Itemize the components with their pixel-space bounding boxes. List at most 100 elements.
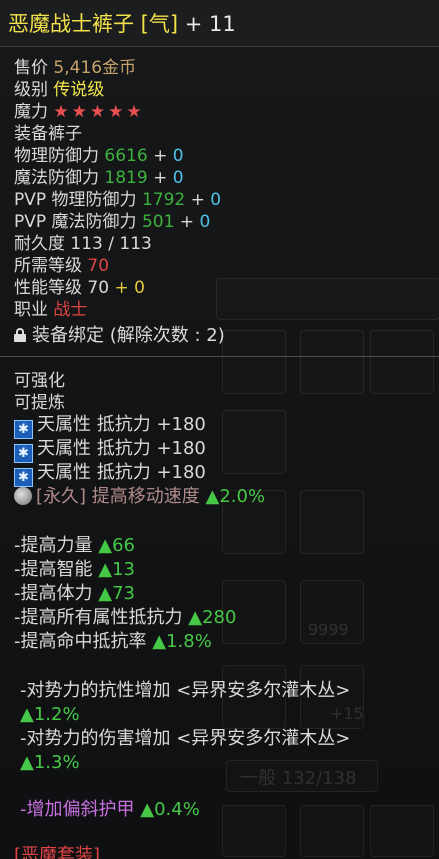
perf-level-bonus: 0 bbox=[134, 278, 145, 298]
magic-label: 魔力 bbox=[14, 102, 48, 122]
allres-row: -提高所有属性抵抗力 ▲280 bbox=[14, 607, 236, 629]
faction-resist-row: -对势力的抗性增加 <异界安多尔灌木丛> bbox=[20, 680, 350, 702]
pvp-phys-row: PVP 物理防御力 1792 + 0 bbox=[14, 189, 221, 211]
phys-def-label: 物理防御力 bbox=[14, 146, 99, 166]
set-label: [恶魔套装] bbox=[14, 845, 101, 859]
job-row: 职业 战士 bbox=[14, 299, 87, 321]
durability-row: 耐久度 113 / 113 bbox=[14, 233, 152, 255]
faction-resist-label: -对势力的抗性增加 <异界安多尔灌木丛> bbox=[20, 680, 351, 701]
faction-damage-label: -对势力的伤害增加 <异界安多尔灌木丛> bbox=[20, 728, 351, 749]
resist-text-1: 天属性 抵抗力 +180 bbox=[37, 414, 206, 435]
ghost-plus-label: +15 bbox=[330, 704, 364, 723]
ghost-inventory-slot bbox=[370, 805, 434, 857]
resist-row-3: ✱ 天属性 抵抗力 +180 bbox=[14, 462, 206, 487]
phys-def-bonus: 0 bbox=[172, 146, 184, 166]
equip-value: 裤子 bbox=[48, 124, 82, 144]
price-row: 售价 5,416金币 bbox=[14, 57, 136, 79]
job-value: 战士 bbox=[53, 300, 88, 320]
phys-def-row: 物理防御力 6616 + 0 bbox=[14, 145, 184, 167]
pvp-mag-bonus: 0 bbox=[199, 212, 211, 232]
pvp-phys-bonus: 0 bbox=[210, 190, 222, 210]
grade-value: 传说级 bbox=[53, 80, 105, 100]
durability-value: 113 / 113 bbox=[70, 234, 152, 254]
pvp-mag-row: PVP 魔法防御力 501 + 0 bbox=[14, 211, 210, 233]
ghost-inventory-slot bbox=[222, 330, 286, 394]
durability-label: 耐久度 bbox=[14, 234, 65, 254]
item-enhance-level: + 11 bbox=[178, 12, 236, 36]
pvp-mag-label: PVP 魔法防御力 bbox=[14, 212, 137, 232]
ghost-inventory-slot bbox=[300, 805, 364, 857]
set-row: [恶魔套装] bbox=[14, 845, 100, 859]
sky-attribute-icon: ✱ bbox=[14, 444, 33, 463]
magic-row: 魔力 ★★★★★ bbox=[14, 101, 145, 123]
ghost-stack-count: 9999 bbox=[308, 620, 349, 639]
con-value: ▲73 bbox=[98, 583, 135, 604]
int-row: -提高智能 ▲13 bbox=[14, 559, 135, 581]
faction-resist-value: ▲1.2% bbox=[20, 704, 80, 725]
grade-row: 级别 传说级 bbox=[14, 79, 104, 101]
pvp-phys-value: 1792 bbox=[141, 190, 186, 210]
faction-damage-value-row: ▲1.3% bbox=[20, 752, 80, 774]
resist-text-2: 天属性 抵抗力 +180 bbox=[37, 438, 206, 459]
allres-value: ▲280 bbox=[188, 607, 237, 628]
mag-def-bonus: 0 bbox=[172, 168, 184, 188]
hitres-label: -提高命中抵抗率 bbox=[14, 631, 147, 652]
ghost-inventory-slot bbox=[222, 410, 286, 474]
item-name: 恶魔战士裤子 [气] bbox=[8, 12, 179, 36]
perf-level-row: 性能等级 70 + 0 bbox=[14, 277, 145, 299]
pvp-mag-plus: + bbox=[174, 212, 200, 232]
perf-level-label: 性能等级 bbox=[14, 278, 82, 298]
con-row: -提高体力 ▲73 bbox=[14, 583, 135, 605]
deflect-armor-label: -增加偏斜护甲 bbox=[20, 799, 135, 820]
resist-text-3: 天属性 抵抗力 +180 bbox=[37, 462, 206, 483]
price-value: 5,416 bbox=[53, 58, 103, 78]
int-value: ▲13 bbox=[98, 559, 135, 580]
hitres-row: -提高命中抵抗率 ▲1.8% bbox=[14, 631, 212, 653]
req-level-value: 70 bbox=[87, 256, 110, 276]
deflect-armor-row: -增加偏斜护甲 ▲0.4% bbox=[20, 799, 200, 821]
resist-row-2: ✱ 天属性 抵抗力 +180 bbox=[14, 438, 206, 463]
faction-damage-value: ▲1.3% bbox=[20, 752, 80, 773]
bind-text: 装备绑定 (解除次数 : 2) bbox=[32, 325, 225, 346]
enhance-text: 可强化 bbox=[14, 371, 65, 391]
job-label: 职业 bbox=[14, 300, 48, 320]
allres-label: -提高所有属性抵抗力 bbox=[14, 607, 183, 628]
mag-def-label: 魔法防御力 bbox=[14, 168, 99, 188]
ghost-inventory-slot bbox=[216, 278, 439, 320]
ghost-inventory-count: 一般 132/138 bbox=[240, 768, 357, 789]
str-value: ▲66 bbox=[98, 535, 135, 556]
equip-row: 装备裤子 bbox=[14, 123, 82, 145]
mag-def-value: 1819 bbox=[104, 168, 148, 188]
enhance-row: 可强化 bbox=[14, 370, 65, 392]
equip-label: 装备 bbox=[14, 124, 48, 144]
req-level-label: 所需等级 bbox=[14, 256, 82, 276]
section-divider bbox=[0, 356, 439, 357]
phys-def-plus: + bbox=[147, 146, 173, 166]
sky-attribute-icon: ✱ bbox=[14, 420, 33, 439]
pvp-phys-label: PVP 物理防御力 bbox=[14, 190, 137, 210]
mag-def-plus: + bbox=[147, 168, 173, 188]
con-label: -提高体力 bbox=[14, 583, 93, 604]
price-unit: 金币 bbox=[102, 58, 137, 78]
speed-row: [永久] 提高移动速度 ▲2.0% bbox=[14, 486, 265, 508]
ghost-inventory-slot bbox=[370, 330, 434, 394]
sky-attribute-icon: ✱ bbox=[14, 468, 33, 487]
price-label: 售价 bbox=[14, 58, 48, 78]
perf-level-plus: + bbox=[109, 278, 135, 298]
str-label: -提高力量 bbox=[14, 535, 93, 556]
refine-text: 可提炼 bbox=[14, 393, 65, 413]
faction-resist-value-row: ▲1.2% bbox=[20, 704, 80, 726]
perf-level-value: 70 bbox=[87, 278, 110, 298]
orb-icon bbox=[14, 487, 32, 505]
pvp-mag-value: 501 bbox=[141, 212, 175, 232]
hitres-value: ▲1.8% bbox=[152, 631, 212, 652]
tooltip-title-bar: 恶魔战士裤子 [气] + 11 bbox=[0, 0, 439, 47]
speed-value: ▲2.0% bbox=[205, 486, 266, 507]
lock-icon bbox=[14, 328, 26, 342]
resist-row-1: ✱ 天属性 抵抗力 +180 bbox=[14, 414, 206, 439]
mag-def-row: 魔法防御力 1819 + 0 bbox=[14, 167, 184, 189]
item-title: 恶魔战士裤子 [气] + 11 bbox=[8, 8, 236, 38]
ghost-inventory-slot bbox=[222, 805, 286, 857]
ghost-inventory-slot bbox=[300, 490, 364, 554]
refine-row: 可提炼 bbox=[14, 392, 65, 414]
